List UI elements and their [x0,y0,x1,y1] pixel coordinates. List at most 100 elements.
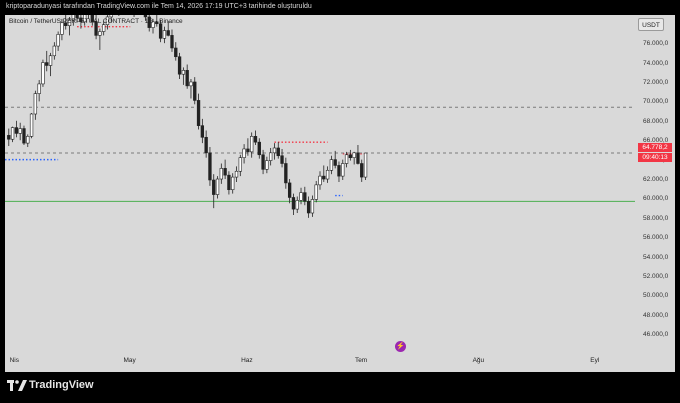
candle-body-86 [333,159,337,166]
candlestick-chart[interactable] [5,15,675,372]
candle-body-0 [7,135,11,140]
candle-body-59 [231,176,235,191]
candle-body-25 [102,24,106,32]
candle-body-70 [272,147,277,154]
candle-body-62 [242,148,246,158]
candle-body-58 [227,174,231,191]
y-tick-label: 72.000,0 [643,78,669,86]
y-tick-label: 76.000,0 [643,40,669,48]
y-tick-label: 62.000,0 [643,176,669,183]
candle-body-67 [261,154,265,170]
y-tick-label: 46.000,0 [643,331,669,339]
candle-body-57 [223,168,227,176]
candle-body-89 [344,154,349,164]
candle-body-66 [257,141,261,156]
candle-body-90 [348,154,353,158]
candle-body-9 [41,62,45,85]
candle-body-43 [170,35,174,49]
candles [7,15,368,218]
x-tick-label: Nis [9,357,19,364]
candle-body-73 [284,163,288,184]
candle-body-52 [204,136,208,154]
y-tick-label: 70.000,0 [643,98,669,106]
candle-body-56 [219,168,223,180]
candle-body-87 [337,165,341,177]
candle-body-24 [98,31,102,36]
candle-body-72 [280,155,284,164]
candle-body-47 [185,70,189,87]
candle-body-53 [208,152,212,181]
candle-body-36 [143,15,148,18]
candle-body-91 [352,152,356,158]
candle-body-94 [363,152,368,178]
candle-body-49 [193,81,197,101]
y-tick-label: 68.000,0 [643,117,669,125]
candle-body-42 [166,30,170,36]
candle-body-3 [18,128,22,134]
candle-body-74 [287,182,292,198]
candle-body-51 [200,125,205,138]
candle-body-10 [45,62,49,66]
y-tick-label: 48.000,0 [643,311,669,319]
candle-body-82 [318,175,322,186]
candle-body-93 [360,163,364,178]
candle-body-92 [356,152,360,164]
y-tick-label: 56.000,0 [643,234,669,242]
candle-body-68 [265,160,269,170]
currency-unit-button[interactable]: USDT [638,18,664,31]
candle-body-2 [14,127,19,134]
candle-body-40 [158,23,163,39]
symbol-title[interactable]: Bitcoin / TetherUS PERPETUAL CONTRACT · … [9,18,183,25]
y-tick-label: 60.000,0 [643,195,669,203]
lightning-icon[interactable]: ⚡ [395,341,406,352]
candle-body-41 [162,30,167,39]
candle-body-80 [310,199,315,214]
y-tick-label: 50.000,0 [643,292,669,300]
candle-body-85 [329,159,334,171]
candle-body-5 [26,136,30,144]
x-tick-label: May [123,357,136,364]
y-tick-label: 74.000,0 [643,59,669,67]
candle-body-55 [215,178,220,195]
candle-body-78 [303,192,307,202]
candle-body-12 [52,45,57,57]
y-tick-label: 54.000,0 [643,253,669,261]
candle-body-48 [189,81,193,87]
candle-body-4 [22,128,26,144]
candle-body-13 [56,34,60,47]
x-tick-label: Eyl [590,357,600,364]
candle-body-63 [246,148,250,153]
candle-body-6 [29,113,34,137]
last-price-tag: 64.778,2 [638,143,672,152]
candle-body-64 [250,136,254,153]
candle-body-44 [174,47,178,58]
candle-body-75 [291,197,296,210]
tradingview-logo-icon [7,380,27,391]
candle-body-65 [253,136,258,143]
candle-body-45 [177,56,182,75]
candle-body-81 [314,184,318,200]
candle-body-27 [109,15,113,18]
y-tick-label: 58.000,0 [643,214,669,222]
x-tick-label: Tem [354,357,368,364]
candle-body-1 [10,127,15,140]
candle-body-79 [306,201,311,214]
x-tick-label: Ağu [472,357,485,364]
candle-body-77 [299,192,303,201]
candle-body-11 [48,55,53,66]
candle-countdown-tag: 09:40:13 [638,153,672,162]
candle-body-7 [33,93,38,115]
snapshot-caption: kriptoparadunyasi tarafından TradingView… [6,3,312,10]
candle-body-60 [234,170,239,178]
candle-body-84 [325,169,330,180]
candle-body-88 [341,163,345,177]
x-tick-label: Haz [241,357,253,364]
candle-body-46 [181,70,186,75]
candle-body-69 [268,152,273,161]
candle-body-83 [322,175,326,180]
candle-body-54 [212,179,216,195]
candle-body-8 [37,83,41,94]
candle-body-76 [295,200,299,210]
candle-body-61 [238,157,242,172]
y-tick-label: 52.000,0 [643,273,669,281]
